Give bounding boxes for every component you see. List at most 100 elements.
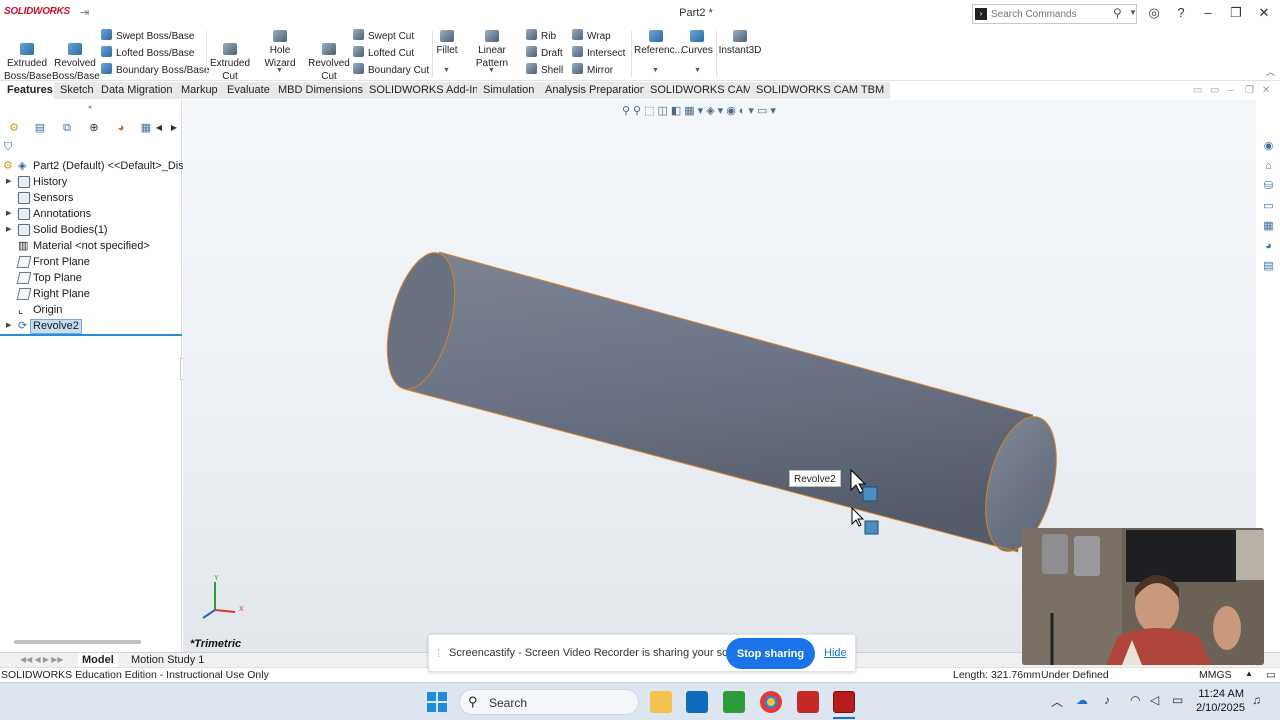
chevron-down-icon[interactable]: ▼ — [694, 67, 701, 74]
tree-item-front-plane[interactable]: Front Plane — [0, 254, 182, 270]
panel-horizontal-scrollbar[interactable] — [14, 640, 141, 644]
chevron-down-icon[interactable]: ▼ — [1129, 8, 1137, 17]
hide-link[interactable]: Hide — [824, 647, 847, 659]
tile-icon[interactable]: ▭ — [1210, 85, 1219, 96]
stop-sharing-button[interactable]: Stop sharing — [726, 638, 815, 669]
chevron-right-icon[interactable]: ▶ — [166, 120, 182, 136]
tree-item-history[interactable]: ▶ History — [0, 174, 182, 190]
autocad-icon[interactable] — [797, 691, 819, 713]
custom-properties-icon[interactable]: ▤ — [1262, 260, 1275, 273]
restore-icon[interactable]: ❐ — [1245, 85, 1254, 96]
unit-system[interactable]: MMGS — [1199, 669, 1232, 681]
taskbar-clock[interactable]: 11:24 AM 2/10/2025 — [1196, 687, 1245, 715]
tree-item-solid-bodies[interactable]: ▶ Solid Bodies(1) — [0, 222, 182, 238]
tree-item-revolve2[interactable]: ▶ ⟳ Revolve2 — [0, 318, 182, 334]
close-icon[interactable]: ✕ — [1262, 85, 1270, 96]
tab-sketch[interactable]: Sketch — [54, 82, 101, 99]
tab-solidworks-cam-tbm[interactable]: SOLIDWORKS CAM TBM — [750, 82, 892, 99]
outlook-icon[interactable] — [686, 691, 708, 713]
tab-motion-study-1[interactable]: Motion Study 1 — [127, 653, 208, 667]
instant3d-button[interactable]: Instant3D — [718, 30, 762, 57]
linear-pattern-button[interactable]: Linear Pattern — [462, 30, 522, 70]
restore-icon[interactable]: ❐ — [1226, 5, 1246, 21]
intersect-button[interactable]: Intersect — [572, 46, 625, 60]
file-explorer-icon[interactable] — [650, 691, 672, 713]
draft-button[interactable]: Draft — [526, 46, 563, 60]
status-options-icon[interactable]: ▭ — [1266, 669, 1276, 681]
extruded-boss-button[interactable]: Extruded Boss/Base — [4, 30, 52, 83]
property-manager-tab-icon[interactable]: ▤ — [32, 120, 48, 136]
tab-solidworks-add-ins[interactable]: SOLIDWORKS Add-Ins — [363, 82, 491, 99]
rollback-bar[interactable] — [0, 334, 182, 336]
tab-model[interactable]: Model — [78, 653, 118, 667]
drag-handle-icon[interactable]: ⁞ — [437, 646, 440, 660]
user-account-icon[interactable]: ◎ — [1144, 5, 1164, 21]
tab-scroll-arrows-icon[interactable]: ◀◀ ◀ ▶ ▶▶ — [20, 655, 64, 664]
filter-icon[interactable]: ⛉ — [4, 141, 12, 154]
panel-grip-icon[interactable]: ● — [88, 104, 92, 111]
hole-wizard-button[interactable]: Hole Wizard — [253, 30, 307, 70]
extruded-cut-button[interactable]: Extruded Cut — [208, 30, 252, 83]
expand-icon[interactable]: ▶ — [6, 206, 11, 222]
chevron-left-icon[interactable]: ◀ — [151, 120, 167, 136]
boundary-cut-button[interactable]: Boundary Cut — [353, 63, 429, 77]
revolved-boss-button[interactable]: Revolved Boss/Base — [52, 30, 100, 83]
expand-icon[interactable]: ▶ — [6, 222, 11, 238]
display-manager-tab-icon[interactable]: ◕ — [113, 120, 129, 136]
chevron-down-icon[interactable]: ▼ — [652, 67, 659, 74]
boundary-boss-button[interactable]: Boundary Boss/Base — [101, 63, 209, 77]
chevron-up-icon[interactable]: ︿ — [1051, 693, 1063, 710]
view-palette-icon[interactable]: ▦ — [1262, 220, 1275, 233]
configuration-manager-tab-icon[interactable]: ⧉ — [59, 120, 75, 136]
onedrive-icon[interactable]: ☁ — [1076, 693, 1088, 707]
chevron-up-icon[interactable]: ▲ — [1245, 669, 1253, 678]
solidworks-resources-icon[interactable]: ◉ — [1262, 140, 1275, 153]
curves-button[interactable]: Curves — [680, 30, 714, 57]
tree-item-annotations[interactable]: ▶ Annotations — [0, 206, 182, 222]
expand-icon[interactable]: ▶ — [6, 318, 11, 334]
tab-evaluate[interactable]: Evaluate — [221, 82, 277, 99]
help-icon[interactable]: ? — [1171, 5, 1191, 20]
search-commands-input[interactable] — [991, 7, 1111, 21]
tree-item-top-plane[interactable]: Top Plane — [0, 270, 182, 286]
reference-geometry-button[interactable]: Referenc... — [634, 30, 683, 57]
minimize-icon[interactable]: – — [1228, 85, 1234, 96]
chevron-down-icon[interactable]: ▼ — [443, 67, 450, 74]
tile-icon[interactable]: ▭ — [1193, 85, 1202, 96]
notification-bell-icon[interactable]: ♫ — [1252, 693, 1261, 707]
design-library-icon[interactable]: ⛁ — [1262, 180, 1275, 193]
tab-simulation[interactable]: Simulation — [477, 82, 542, 99]
lofted-cut-button[interactable]: Lofted Cut — [353, 46, 414, 60]
home-icon[interactable]: ⌂ — [1262, 160, 1275, 173]
tree-item-material[interactable]: ▥ Material <not specified> — [0, 238, 182, 254]
tree-item-right-plane[interactable]: Right Plane — [0, 286, 182, 302]
tree-item-origin[interactable]: ⌞ Origin — [0, 302, 182, 318]
tab-solidworks-cam[interactable]: SOLIDWORKS CAM — [644, 82, 760, 99]
revolved-cut-button[interactable]: Revolved Cut — [307, 30, 351, 83]
tree-item-sensors[interactable]: Sensors — [0, 190, 182, 206]
tab-mbd-dimensions[interactable]: MBD Dimensions — [272, 82, 370, 99]
battery-icon[interactable]: ▭ — [1172, 693, 1183, 707]
lofted-boss-button[interactable]: Lofted Boss/Base — [101, 46, 194, 60]
wifi-icon[interactable]: ◠ — [1130, 693, 1140, 707]
volume-icon[interactable]: ◁ — [1150, 693, 1159, 707]
tree-root-part[interactable]: ⚙ ◈ Part2 (Default) <<Default>_Displ — [0, 158, 192, 174]
file-explorer-icon[interactable]: ▭ — [1262, 200, 1275, 213]
dimxpert-tab-icon[interactable]: ⊕ — [86, 120, 102, 136]
shell-button[interactable]: Shell — [526, 63, 563, 77]
windows-start-icon[interactable] — [426, 691, 448, 713]
expand-icon[interactable]: ▶ — [6, 174, 11, 190]
fillet-button[interactable]: Fillet — [434, 30, 460, 57]
minimize-icon[interactable]: – — [1198, 5, 1218, 20]
tab-analysis-preparation[interactable]: Analysis Preparation — [539, 82, 653, 99]
wrap-button[interactable]: Wrap — [572, 29, 611, 43]
swept-boss-button[interactable]: Swept Boss/Base — [101, 29, 194, 43]
classroom-icon[interactable] — [723, 691, 745, 713]
microphone-icon[interactable]: ♪ — [1104, 693, 1110, 707]
chevron-down-icon[interactable]: ▼ — [276, 67, 283, 74]
chevron-down-icon[interactable]: ▼ — [488, 67, 495, 74]
heads-up-view-toolbar[interactable]: ⚲⚲⬚◫◧▦▾◈▾◉◐▾▭▾ — [622, 104, 779, 118]
solidworks-taskbar-icon[interactable] — [833, 691, 855, 713]
tab-data-migration[interactable]: Data Migration — [95, 82, 180, 99]
search-icon[interactable]: ⚲ — [1113, 6, 1122, 20]
